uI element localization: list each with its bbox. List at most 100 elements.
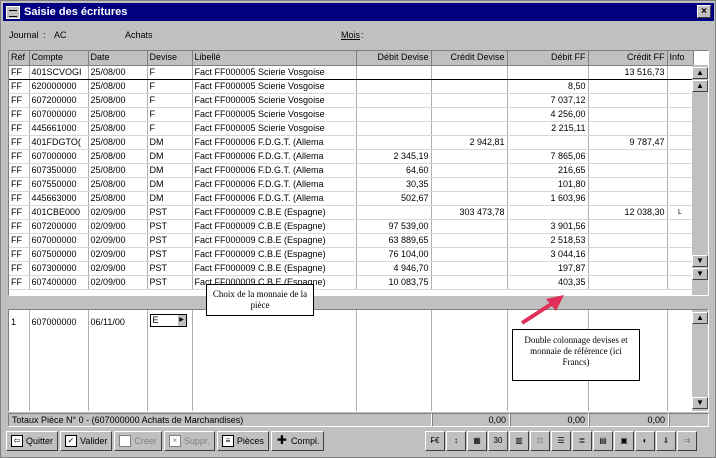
table-cell xyxy=(667,275,694,290)
search-icon[interactable]: ◐ xyxy=(635,431,655,451)
table-cell xyxy=(356,121,432,136)
close-button[interactable]: × xyxy=(697,5,711,18)
table-cell: FF xyxy=(9,79,30,94)
entry-devise-cell[interactable]: E ▶ xyxy=(147,310,193,411)
table-cell xyxy=(667,79,694,94)
column-header[interactable]: Crédit FF xyxy=(588,51,668,66)
chart-icon[interactable]: ▥ xyxy=(509,431,529,451)
table-cell: Fact FF000005 Scierie Vosgoise xyxy=(192,79,357,94)
compl-button[interactable]: ✚ Compl. xyxy=(270,431,325,451)
table-cell: Fact FF000006 F.D.G.T. (Allema xyxy=(192,149,357,164)
pieces-button[interactable]: ≡ Pièces xyxy=(216,431,269,451)
entry-compte[interactable]: 607000000 xyxy=(29,310,89,411)
column-header[interactable]: Débit FF xyxy=(507,51,589,66)
scroll-bottom-icon[interactable]: ▼ xyxy=(692,268,708,280)
entry-debit-devise[interactable] xyxy=(356,310,432,411)
validate-button[interactable]: ✓ Valider xyxy=(60,431,113,451)
totals-spacer xyxy=(669,413,709,427)
table-row[interactable]: FF 607300000 02/09/00 PST Fact FF000009 C.B.… xyxy=(9,261,694,276)
table-row[interactable]: FF 445661000 25/08/00 F Fact FF000005 Scieri… xyxy=(9,121,694,136)
totals-label: Totaux Pièce N° 0 - (607000000 Achats de… xyxy=(8,413,432,427)
table-cell xyxy=(667,93,694,108)
table-row[interactable]: FF 607350000 25/08/00 DM Fact FF000006 F.D.G… xyxy=(9,163,694,178)
split-icon[interactable]: ⇉ xyxy=(677,431,697,451)
table-cell: 607200000 xyxy=(29,93,89,108)
column-header[interactable]: Devise xyxy=(147,51,193,66)
table-cell xyxy=(667,64,694,80)
app-icon xyxy=(6,5,20,19)
column-header[interactable]: Crédit Devise xyxy=(431,51,508,66)
column-header[interactable]: Réf xyxy=(9,51,30,66)
scroll-top-icon[interactable]: ▲ xyxy=(692,67,708,79)
lines-icon[interactable]: ☰ xyxy=(551,431,571,451)
delete-button[interactable]: × Suppr. xyxy=(163,431,215,451)
table-cell: PST xyxy=(147,219,193,234)
table-cell xyxy=(667,177,694,192)
currency-icon[interactable]: ₣€ xyxy=(425,431,445,451)
filter-icon[interactable]: ⇓ xyxy=(656,431,676,451)
table-cell xyxy=(431,275,508,290)
entry-date[interactable]: 06/11/00 xyxy=(88,310,148,411)
table-cell: Fact FF000005 Scierie Vosgoise xyxy=(192,107,357,122)
table-cell: 2 215,11 xyxy=(507,121,589,136)
table-cell: 10 083,75 xyxy=(356,275,432,290)
table-row[interactable]: FF 607000000 02/09/00 PST Fact FF000009 C.B.… xyxy=(9,233,694,248)
entry-libelle[interactable] xyxy=(192,310,357,411)
column-header[interactable]: Info xyxy=(667,51,694,66)
table-row[interactable]: FF 620000000 25/08/00 F Fact FF000005 Scieri… xyxy=(9,79,694,94)
dropdown-arrow-icon[interactable]: ▶ xyxy=(177,315,186,326)
table-row[interactable]: FF 401FDGTO(25/08/00 DM Fact FF000006 F.D.G… xyxy=(9,134,694,150)
table-row[interactable]: FF 401SCVOGI 25/08/00 F Fact FF000005 Scieri… xyxy=(9,64,694,80)
entries-table: Réf Compte Date Devise Libellé Débit Devise Cr… xyxy=(9,51,694,290)
scroll-down-icon[interactable]: ▼ xyxy=(692,255,708,267)
table-cell: 25/08/00 xyxy=(88,191,148,206)
table-row[interactable]: FF 607500000 02/09/00 PST Fact FF000009 C.B.… xyxy=(9,247,694,262)
grid-scrollbar[interactable]: ▲ ▲ ▼ ▼ xyxy=(692,65,708,295)
quit-button[interactable]: ⇦ Quitter xyxy=(6,431,59,451)
book2-icon[interactable]: ▣ xyxy=(614,431,634,451)
entry-credit-devise[interactable] xyxy=(431,310,508,411)
scroll-up-icon[interactable]: ▲ xyxy=(692,80,708,92)
counter-icon[interactable]: 30 xyxy=(488,431,508,451)
column-header[interactable]: Débit Devise xyxy=(356,51,432,66)
list-icon[interactable]: ≣ xyxy=(572,431,592,451)
table-row[interactable]: FF 445663000 25/08/00 DM Fact FF000006 F.D.G… xyxy=(9,191,694,206)
table-cell xyxy=(588,191,668,206)
validate-label: Valider xyxy=(80,436,108,446)
table-cell: 607000000 xyxy=(29,149,89,164)
table-cell: PST xyxy=(147,233,193,248)
table-row[interactable]: FF 607200000 02/09/00 PST Fact FF000009 C.B.… xyxy=(9,219,694,234)
calculator-icon[interactable]: ▦ xyxy=(467,431,487,451)
entry-scroll-down-icon[interactable]: ▼ xyxy=(692,397,708,409)
document-icon[interactable]: ▤ xyxy=(593,431,613,451)
column-header[interactable]: Compte xyxy=(29,51,89,66)
table-cell xyxy=(667,149,694,164)
totals-debit-ff: 0,00 xyxy=(510,413,589,427)
column-header[interactable]: Date xyxy=(88,51,148,66)
table-cell: DM xyxy=(147,177,193,192)
callout-monnaie: Choix de la monnaie de la pièce xyxy=(206,284,314,316)
table-row[interactable]: FF 607000000 25/08/00 DM Fact FF000006 F.D.G… xyxy=(9,149,694,164)
column-header[interactable]: Libellé xyxy=(192,51,357,66)
table-cell xyxy=(588,261,668,276)
table-cell: FF xyxy=(9,93,30,108)
entry-scroll-up-icon[interactable]: ▲ xyxy=(692,312,708,324)
table-row[interactable]: FF 607400000 02/09/00 PST Fact FF000009 C.B.… xyxy=(9,275,694,290)
table-cell: FF xyxy=(9,219,30,234)
table-row[interactable]: FF 607000000 25/08/00 F Fact FF000005 Scieri… xyxy=(9,107,694,122)
entries-grid[interactable]: Réf Compte Date Devise Libellé Débit Devise Cr… xyxy=(8,50,709,296)
table-row[interactable]: FF 401CBE000 02/09/00 PST Fact FF000009 C.B.… xyxy=(9,204,694,220)
table-cell: DM xyxy=(147,191,193,206)
sort-icon[interactable]: ↕ xyxy=(446,431,466,451)
table-row[interactable]: FF 607200000 25/08/00 F Fact FF000005 Scieri… xyxy=(9,93,694,108)
devise-select[interactable]: E ▶ xyxy=(149,314,187,327)
create-button[interactable]: Créer xyxy=(114,431,162,451)
table-cell xyxy=(431,233,508,248)
table-cell: 02/09/00 xyxy=(88,261,148,276)
table-cell xyxy=(667,233,694,248)
entry-scrollbar[interactable]: ▲ ▼ xyxy=(692,310,708,411)
table-cell xyxy=(431,121,508,136)
table-row[interactable]: FF 607550000 25/08/00 DM Fact FF000006 F.D.G… xyxy=(9,177,694,192)
table-cell: 25/08/00 xyxy=(88,177,148,192)
balance-icon[interactable]: ⚖ xyxy=(530,431,550,451)
